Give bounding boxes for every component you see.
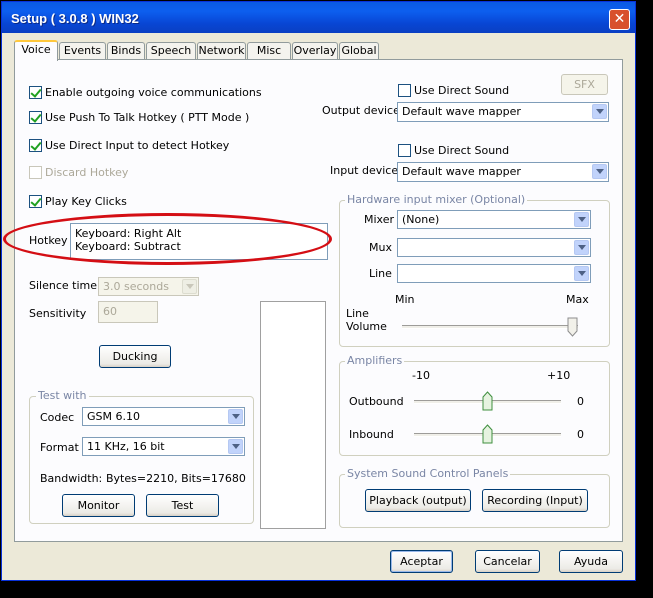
line-select[interactable] [397,264,591,283]
sensitivity-value: 60 [103,305,117,318]
outbound-value: 0 [577,395,584,408]
recording-button[interactable]: Recording (Input) [482,489,588,512]
discard-hotkey-checkbox[interactable] [29,166,42,179]
format-value: 11 KHz, 16 bit [87,440,165,453]
chevron-down-icon [592,164,607,179]
inbound-label: Inbound [349,428,394,441]
enable-outgoing-checkbox[interactable] [29,86,42,99]
output-direct-sound-label: Use Direct Sound [414,84,510,97]
mixer-select[interactable]: (None) [397,210,591,229]
ok-button[interactable]: Aceptar [390,550,453,573]
hardware-mixer-title: Hardware input mixer (Optional) [345,193,528,206]
sensitivity-label: Sensitivity [29,307,87,320]
hotkey-label: Hotkey [29,234,68,247]
hotkey-line-2: Keyboard: Subtract [75,240,181,253]
push-to-talk-checkbox[interactable] [29,111,42,124]
output-direct-sound-checkbox[interactable] [398,84,411,97]
codec-value: GSM 6.10 [87,410,140,423]
line-volume-label-2: Volume [346,320,387,333]
format-label: Format [40,441,79,454]
input-direct-sound-checkbox[interactable] [398,144,411,157]
tab-overlay[interactable]: Overlay [292,42,338,60]
inbound-value: 0 [577,428,584,441]
level-meter [260,301,326,529]
bandwidth-value: Bytes=2210, Bits=17680 [106,472,246,485]
line-volume-track [402,325,578,329]
hotkey-field[interactable]: Keyboard: Right Alt Keyboard: Subtract [70,223,328,260]
playback-button[interactable]: Playback (output) [365,489,471,512]
title-bar[interactable]: Setup ( 3.0.8 ) WIN32 ✕ [2,2,635,33]
silence-time-value: 3.0 seconds [103,280,169,293]
chevron-down-icon [574,266,589,281]
output-device-value: Default wave mapper [402,105,521,118]
tab-voice[interactable]: Voice [14,40,58,61]
help-button[interactable]: Ayuda [559,550,623,573]
output-device-select[interactable]: Default wave mapper [397,102,609,122]
input-device-select[interactable]: Default wave mapper [397,162,609,182]
codec-select[interactable]: GSM 6.10 [82,407,245,426]
outbound-slider[interactable] [482,391,493,411]
amplifiers-min-label: -10 [412,369,430,382]
play-key-clicks-checkbox[interactable] [29,195,42,208]
hotkey-line-1: Keyboard: Right Alt [75,227,182,240]
enable-outgoing-label: Enable outgoing voice communications [45,86,262,99]
play-key-clicks-label: Play Key Clicks [45,195,127,208]
inbound-slider[interactable] [482,424,493,444]
tab-misc[interactable]: Misc [247,42,291,60]
direct-input-label: Use Direct Input to detect Hotkey [45,139,230,152]
cancel-button[interactable]: Cancelar [475,550,540,573]
mixer-min-label: Min [395,293,415,306]
chevron-down-icon [574,212,589,227]
close-button[interactable]: ✕ [609,9,630,30]
window-title: Setup ( 3.0.8 ) WIN32 [11,11,139,26]
chevron-down-icon [592,104,607,119]
amplifiers-max-label: +10 [547,369,571,382]
input-device-value: Default wave mapper [402,165,521,178]
input-device-label: Input device [330,164,399,177]
chevron-down-icon [574,240,589,255]
push-to-talk-label: Use Push To Talk Hotkey ( PTT Mode ) [45,111,250,124]
output-device-label: Output device [322,104,400,117]
format-select[interactable]: 11 KHz, 16 bit [82,437,245,456]
line-volume-slider[interactable] [567,317,578,337]
sfx-button[interactable]: SFX [561,74,608,95]
tab-binds[interactable]: Binds [107,42,145,60]
mixer-value: (None) [402,213,440,226]
sound-panels-title: System Sound Control Panels [345,467,511,480]
chevron-down-icon [182,279,197,294]
codec-label: Codec [40,411,75,424]
chevron-down-icon [228,439,243,454]
monitor-button[interactable]: Monitor [62,494,135,517]
discard-hotkey-label: Discard Hotkey [45,166,129,179]
direct-input-checkbox[interactable] [29,139,42,152]
line-volume-label-1: Line [346,307,369,320]
tab-network[interactable]: Network [197,42,246,60]
ducking-button[interactable]: Ducking [99,345,171,368]
silence-time-select[interactable]: 3.0 seconds [98,277,199,296]
amplifiers-title: Amplifiers [345,354,405,367]
mux-label: Mux [369,241,392,254]
test-button[interactable]: Test [146,494,219,517]
mixer-label: Mixer [364,213,395,226]
tab-global[interactable]: Global [339,42,379,60]
outbound-label: Outbound [349,395,404,408]
bandwidth-label: Bandwidth: [40,472,103,485]
tab-events[interactable]: Events [59,42,106,60]
chevron-down-icon [228,409,243,424]
mux-select[interactable] [397,238,591,257]
mixer-max-label: Max [566,293,589,306]
input-direct-sound-label: Use Direct Sound [414,144,510,157]
tab-speech[interactable]: Speech [146,42,196,60]
sensitivity-input[interactable]: 60 [98,301,158,323]
line-label: Line [369,267,392,280]
silence-time-label: Silence time [29,279,97,292]
test-with-title: Test with [36,389,89,402]
